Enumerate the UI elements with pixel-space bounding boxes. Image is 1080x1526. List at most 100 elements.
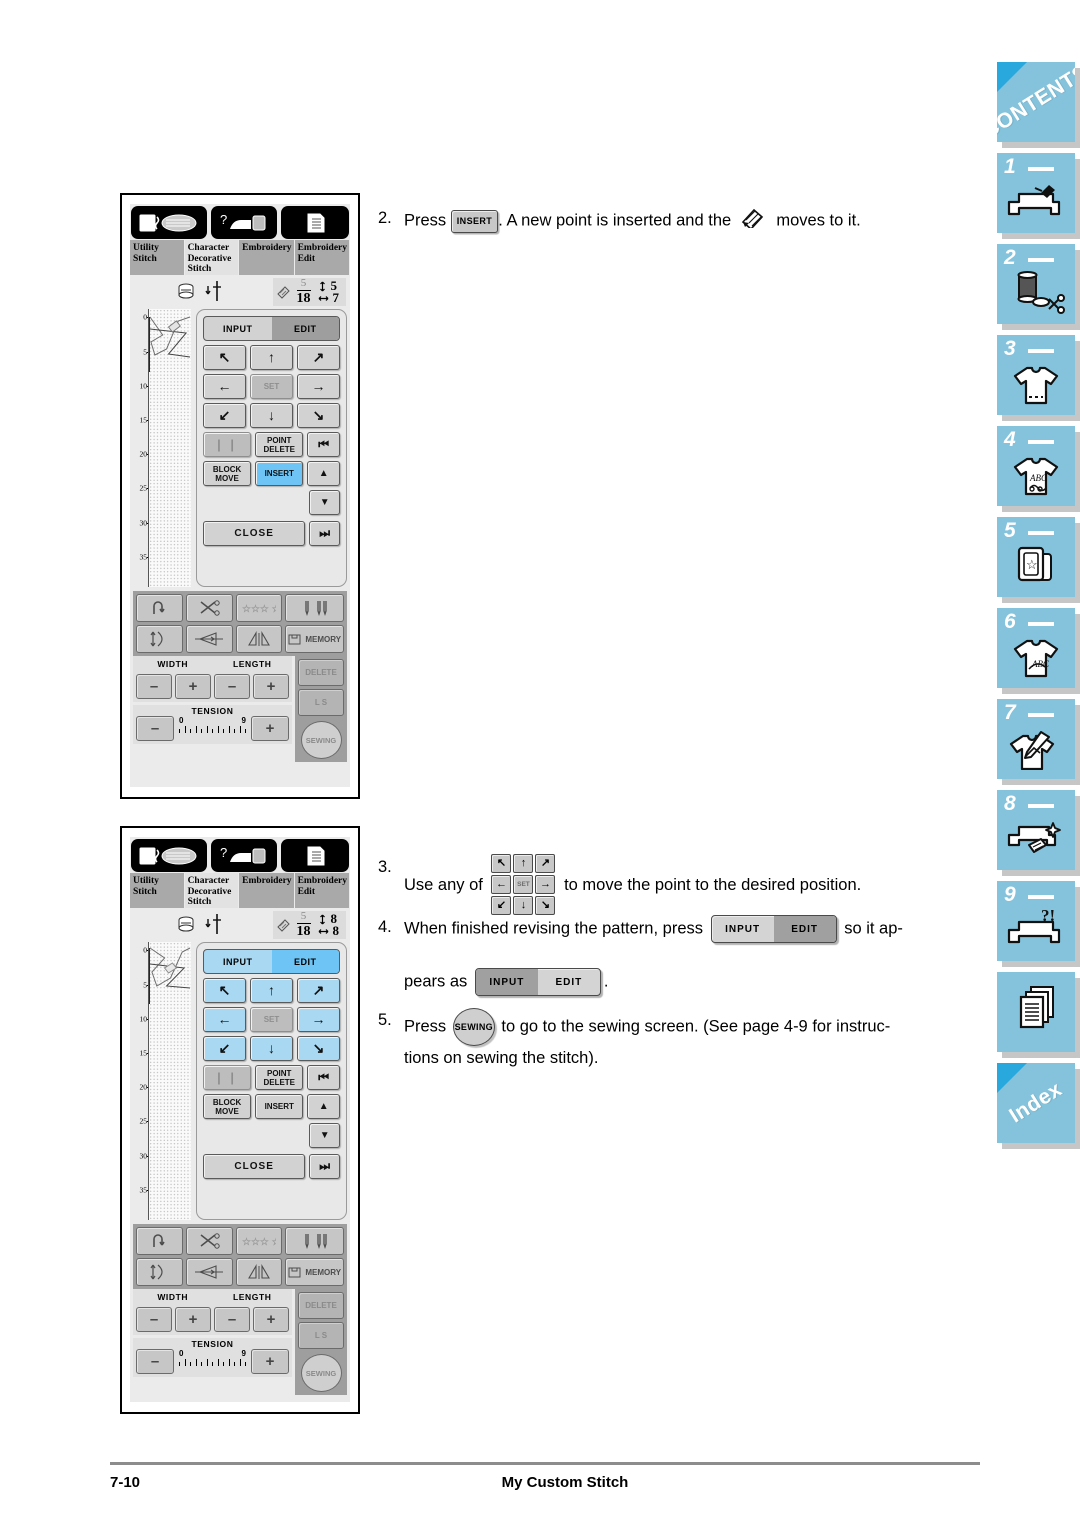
edit-mode-button[interactable]: EDIT [538,969,600,995]
lcd2-tab-embroidery[interactable]: Embroidery [239,873,295,908]
jump-first-button[interactable]: ⏮ [307,432,340,457]
needle-position-icon[interactable] [285,594,344,622]
width-plus-button[interactable]: + [175,1307,211,1332]
needle-thread-icon[interactable] [131,206,208,239]
step-down-button[interactable]: ▼ [309,1123,340,1148]
input-mode-button[interactable]: INPUT [204,317,272,340]
needle-thread-icon[interactable] [131,839,208,872]
jump-first-button[interactable]: ⏮ [307,1065,340,1090]
arrow-right-button[interactable]: → [297,374,340,399]
tension-minus-button[interactable]: – [136,1349,174,1374]
input-mode-button[interactable]: INPUT [712,916,774,942]
needle-position-icon[interactable] [285,1227,344,1255]
sewing-button[interactable]: SEWING [300,1354,342,1392]
sidebar-item-chapter-4[interactable]: 4 ABC [997,426,1075,506]
jump-last-button[interactable]: ⏭ [309,1154,340,1179]
arrow-down-left-button[interactable]: ↙ [491,896,512,915]
arrow-up-left-button[interactable]: ↖ [203,345,246,370]
sidebar-item-appendix[interactable] [997,972,1075,1052]
reverse-stitch-icon[interactable] [136,1227,183,1255]
input-edit-toggle-edit-selected[interactable]: INPUT EDIT [710,915,837,943]
memory-button[interactable]: MEMORY [285,1258,344,1286]
sidebar-item-chapter-9[interactable]: 9 ?! [997,881,1075,961]
set-button[interactable]: SET [513,875,534,894]
edit-mode-button[interactable]: EDIT [271,950,339,973]
sidebar-item-chapter-3[interactable]: 3 [997,335,1075,415]
twin-needle-icon[interactable] [235,1258,283,1286]
memory-button[interactable]: MEMORY [285,625,344,653]
insert-button[interactable]: INSERT [255,1094,304,1119]
close-button[interactable]: CLOSE [203,521,306,546]
size-ls-button[interactable]: L S [298,689,344,716]
sidebar-item-contents[interactable]: CONTENTS [997,62,1075,142]
width-minus-button[interactable]: – [136,1307,172,1332]
stitch-elongation-icon[interactable] [136,1258,183,1286]
insert-button-inline[interactable]: INSERT [450,209,499,233]
sidebar-item-chapter-6[interactable]: 6 ABC [997,608,1075,688]
pause-button[interactable]: | | [203,1065,252,1090]
arrow-down-right-button[interactable]: ↘ [297,403,340,428]
arrow-right-button[interactable]: → [297,1007,340,1032]
input-edit-toggle-input-selected[interactable]: INPUT EDIT [474,968,601,996]
arrow-left-button[interactable]: ← [203,374,246,399]
sidebar-item-index[interactable]: Index [997,1063,1075,1143]
auto-reinforce-icon[interactable]: ☆☆☆ ☆ [235,1227,283,1255]
lcd-tab-embroidery[interactable]: Embroidery [239,240,295,275]
machine-help-icon[interactable]: ? [211,206,277,239]
arrow-left-button[interactable]: ← [203,1007,246,1032]
insert-button[interactable]: INSERT [255,461,304,486]
sewing-button[interactable]: SEWING [300,721,342,759]
arrow-down-left-button[interactable]: ↙ [203,403,246,428]
machine-help-icon[interactable]: ? [211,839,277,872]
mirror-image-icon[interactable] [185,625,233,653]
block-move-button[interactable]: BLOCK MOVE [203,461,252,486]
thread-cutter-icon[interactable] [185,594,233,622]
step-up-button[interactable]: ▲ [307,1094,340,1119]
arrow-up-left-button[interactable]: ↖ [491,854,512,873]
width-plus-button[interactable]: + [175,674,211,699]
arrow-up-left-button[interactable]: ↖ [203,978,246,1003]
arrow-left-button[interactable]: ← [491,875,512,894]
lcd-tab-character-decorative-stitch[interactable]: Character Decorative Stitch [184,240,240,275]
length-plus-button[interactable]: + [253,1307,289,1332]
arrow-right-button[interactable]: → [535,875,556,894]
sidebar-item-chapter-2[interactable]: 2 [997,244,1075,324]
width-minus-button[interactable]: – [136,674,172,699]
lcd-tab-utility-stitch[interactable]: Utility Stitch [130,240,185,275]
jump-last-button[interactable]: ⏭ [309,521,340,546]
delete-button[interactable]: DELETE [298,659,344,686]
arrow-down-button[interactable]: ↓ [250,1036,293,1061]
sidebar-item-chapter-5[interactable]: 5 ☆ [997,517,1075,597]
reverse-stitch-icon[interactable] [136,594,183,622]
arrow-down-button[interactable]: ↓ [513,896,534,915]
settings-list-icon[interactable] [280,839,349,872]
sewing-button-inline[interactable]: SEWING [452,1008,495,1046]
input-edit-toggle[interactable]: INPUT EDIT [203,949,340,974]
twin-needle-icon[interactable] [235,625,283,653]
sidebar-item-chapter-8[interactable]: 8 [997,790,1075,870]
stitch-elongation-icon[interactable] [136,625,183,653]
arrow-down-right-button[interactable]: ↘ [297,1036,340,1061]
length-minus-button[interactable]: – [214,1307,250,1332]
set-button[interactable]: SET [250,1007,293,1032]
arrow-down-left-button[interactable]: ↙ [203,1036,246,1061]
arrow-up-button[interactable]: ↑ [250,345,293,370]
arrow-pad-inline[interactable]: ↖ ↑ ↗ ← SET → ↙ ↓ ↘ [491,854,556,915]
arrow-down-button[interactable]: ↓ [250,403,293,428]
settings-list-icon[interactable] [280,206,349,239]
delete-button[interactable]: DELETE [298,1292,344,1319]
sidebar-item-chapter-1[interactable]: 1 [997,153,1075,233]
lcd2-tab-character-decorative-stitch[interactable]: Character Decorative Stitch [184,873,240,908]
tension-minus-button[interactable]: – [136,716,174,741]
arrow-up-button[interactable]: ↑ [513,854,534,873]
point-delete-button[interactable]: POINT DELETE [255,432,304,457]
auto-reinforce-icon[interactable]: ☆☆☆ ☆ [235,594,283,622]
thread-cutter-icon[interactable] [185,1227,233,1255]
arrow-up-right-button[interactable]: ↗ [297,345,340,370]
input-mode-button[interactable]: INPUT [204,950,272,973]
size-ls-button[interactable]: L S [298,1322,344,1349]
mirror-image-icon[interactable] [185,1258,233,1286]
close-button[interactable]: CLOSE [203,1154,306,1179]
lcd2-tab-utility-stitch[interactable]: Utility Stitch [130,873,185,908]
step-down-button[interactable]: ▼ [309,490,340,515]
